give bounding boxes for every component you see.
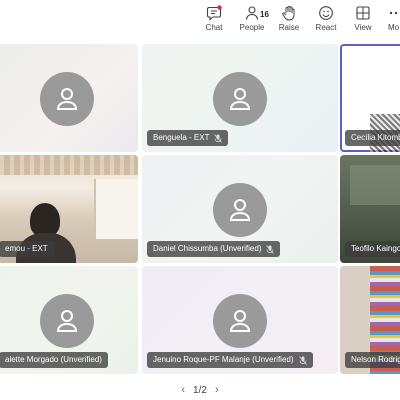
react-label: React [315, 23, 337, 32]
participant-name-chip: alette Morgado (Unverified) [0, 352, 108, 368]
participant-name-chip: Jenuino Roque-PF Malanje (Unverified) [147, 352, 313, 368]
avatar [213, 72, 267, 126]
more-button[interactable]: Mo [388, 5, 400, 37]
background-ceiling [0, 155, 138, 175]
participant-name-chip: Cecília Kitomb [345, 130, 400, 146]
participant-tile-active[interactable]: Cecília Kitomb [340, 44, 400, 152]
view-label: View [354, 23, 372, 32]
meeting-toolbar: Chat 16 People Raise React View Mo [0, 0, 400, 40]
more-label: Mo [388, 23, 400, 32]
participant-name: Daniel Chissumba (Unverified) [153, 244, 262, 253]
participant-name-chip: Nelson Rodrig [345, 352, 400, 368]
participant-head [30, 203, 60, 237]
chat-icon [206, 5, 222, 21]
grid-view-icon [356, 6, 370, 20]
view-button[interactable]: View [352, 5, 374, 37]
person-icon [229, 199, 251, 221]
video-feed [350, 165, 400, 205]
chevron-left-icon[interactable]: ‹ [181, 384, 185, 396]
participant-name-chip: Daniel Chissumba (Unverified) [147, 241, 281, 257]
participant-tile[interactable]: Jenuino Roque-PF Malanje (Unverified) [142, 266, 338, 374]
participant-tile[interactable]: Nelson Rodrig [340, 266, 400, 374]
avatar [40, 72, 94, 126]
participant-name: Benguela - EXT [153, 133, 210, 142]
mic-muted-icon [266, 244, 275, 254]
avatar [213, 294, 267, 348]
participant-name-chip: emou - EXT [0, 241, 54, 257]
participant-name: Cecília Kitomb [351, 133, 400, 142]
raise-label: Raise [278, 23, 300, 32]
chevron-right-icon[interactable]: › [215, 384, 219, 396]
participant-tile[interactable]: Teofilo Kaingo [340, 155, 400, 263]
smiley-icon [319, 6, 333, 20]
person-icon [229, 88, 251, 110]
participant-name: Jenuino Roque-PF Malanje (Unverified) [153, 355, 294, 364]
person-icon [245, 6, 259, 20]
participant-name-chip: Benguela - EXT [147, 130, 229, 146]
chat-label: Chat [205, 23, 223, 32]
person-icon [56, 310, 78, 332]
participant-name-chip: Teofilo Kaingo [345, 241, 400, 257]
person-icon [229, 310, 251, 332]
more-dots-icon [389, 11, 400, 15]
participant-tile[interactable]: Daniel Chissumba (Unverified) [142, 155, 338, 263]
person-icon [56, 88, 78, 110]
hand-icon [282, 6, 295, 21]
background-window [94, 179, 138, 239]
mic-muted-icon [214, 133, 223, 143]
mic-muted-icon [298, 355, 307, 365]
people-count: 16 [260, 10, 269, 19]
participant-name: Teofilo Kaingo [351, 244, 400, 253]
avatar [213, 183, 267, 237]
participant-grid: Benguela - EXT Cecília Kitomb emou - EXT [0, 40, 400, 380]
participant-tile[interactable]: emou - EXT [0, 155, 138, 263]
participant-name: Nelson Rodrig [351, 355, 400, 364]
people-button[interactable]: 16 People [238, 5, 269, 37]
participant-name: alette Morgado (Unverified) [5, 355, 102, 364]
react-button[interactable]: React [314, 5, 338, 37]
participant-tile[interactable]: alette Morgado (Unverified) [0, 266, 138, 374]
chat-button[interactable]: Chat [202, 5, 226, 37]
participant-tile[interactable]: Benguela - EXT [142, 44, 338, 152]
raise-hand-button[interactable]: Raise [278, 5, 300, 37]
page-navigation: ‹ 1/2 › [0, 380, 400, 400]
participant-tile[interactable] [0, 44, 138, 152]
participant-name: emou - EXT [5, 244, 48, 253]
page-indicator: 1/2 [193, 384, 207, 396]
avatar [40, 294, 94, 348]
people-label: People [239, 23, 265, 32]
